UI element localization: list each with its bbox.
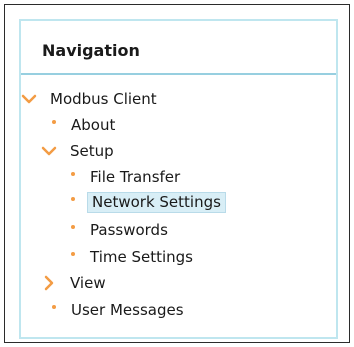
bullet-icon <box>71 225 75 229</box>
tree-item-label: View <box>70 273 106 292</box>
bullet-icon <box>52 305 56 309</box>
tree-item-label: Modbus Client <box>50 89 157 108</box>
tree-item-time-settings[interactable]: Time Settings <box>71 246 196 268</box>
tree-item-file-transfer[interactable]: File Transfer <box>71 166 183 188</box>
navigation-header: Navigation <box>21 21 336 75</box>
tree-item-label-selected: Network Settings <box>87 191 226 213</box>
tree-item-about[interactable]: About <box>52 114 118 136</box>
tree-item-label: Time Settings <box>90 247 194 266</box>
tree-item-setup[interactable]: Setup <box>41 140 117 162</box>
tree-item-network-settings[interactable]: Network Settings <box>71 191 226 213</box>
tree-item-label: Setup <box>70 141 114 160</box>
tree-item-user-messages[interactable]: User Messages <box>52 299 187 321</box>
bullet-icon <box>52 120 56 124</box>
chevron-down-icon[interactable] <box>21 91 37 107</box>
tree-item-passwords[interactable]: Passwords <box>71 219 171 241</box>
navigation-title: Navigation <box>42 41 140 60</box>
bullet-icon <box>71 197 75 201</box>
tree-item-label: Passwords <box>90 220 168 239</box>
bullet-icon <box>71 172 75 176</box>
tree-item-modbus-client[interactable]: Modbus Client <box>21 88 160 110</box>
tree-item-label: About <box>71 115 116 134</box>
tree-item-label: File Transfer <box>90 167 181 186</box>
chevron-right-icon[interactable] <box>41 275 57 291</box>
chevron-down-icon[interactable] <box>41 143 57 159</box>
bullet-icon <box>71 252 75 256</box>
tree-item-label: User Messages <box>71 300 184 319</box>
tree-item-view[interactable]: View <box>41 272 109 294</box>
